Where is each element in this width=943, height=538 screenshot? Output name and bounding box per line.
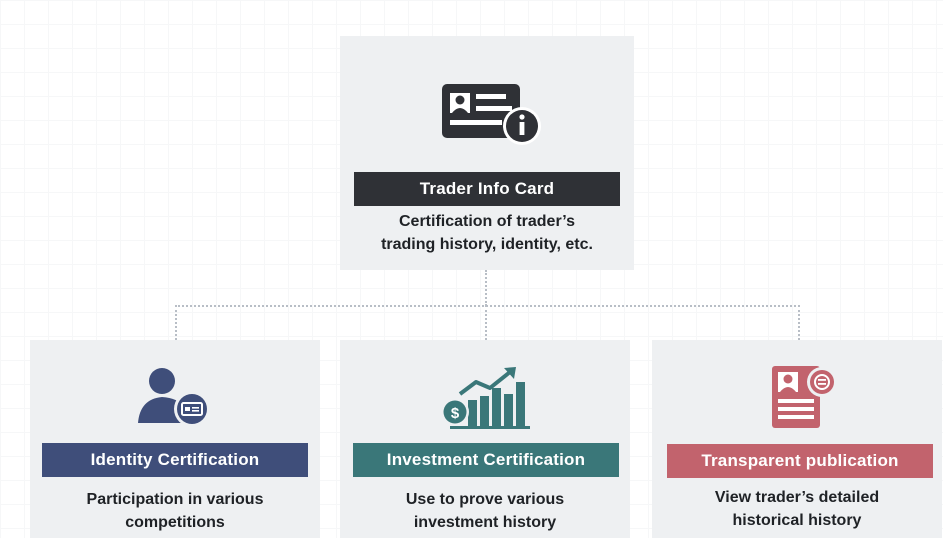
svg-text:$: $ xyxy=(451,405,460,422)
connector-vertical-middle xyxy=(485,305,487,340)
investment-growth-chart-icon: $ xyxy=(441,367,530,429)
connector-vertical-top xyxy=(485,270,487,306)
identity-certification-description: Participation in various competitions xyxy=(86,491,264,531)
transparent-publication-card: Transparent publication View trader’s de… xyxy=(652,340,942,538)
id-card-info-icon xyxy=(442,84,541,145)
transparent-publication-description: View trader’s detailed historical histor… xyxy=(714,489,880,529)
connector-vertical-left xyxy=(175,305,177,340)
trader-info-card-title: Trader Info Card xyxy=(354,172,620,206)
public-profile-document-icon xyxy=(772,366,837,428)
transparent-publication-title: Transparent publication xyxy=(667,444,933,478)
investment-certification-description: Use to prove various investment history xyxy=(405,491,565,531)
investment-certification-card: $ Investment Certification Use to prove … xyxy=(340,340,630,538)
trader-info-card-box: Trader Info Card Certification of trader… xyxy=(340,36,634,270)
investment-certification-title: Investment Certification xyxy=(353,443,619,477)
identity-certification-title: Identity Certification xyxy=(42,443,308,477)
connector-vertical-right xyxy=(798,305,800,340)
identity-certification-card: Identity Certification Participation in … xyxy=(30,340,320,538)
trader-info-card-description: Certification of trader’s trading histor… xyxy=(381,213,593,253)
user-id-card-icon xyxy=(138,368,210,427)
connector-horizontal xyxy=(175,305,800,307)
